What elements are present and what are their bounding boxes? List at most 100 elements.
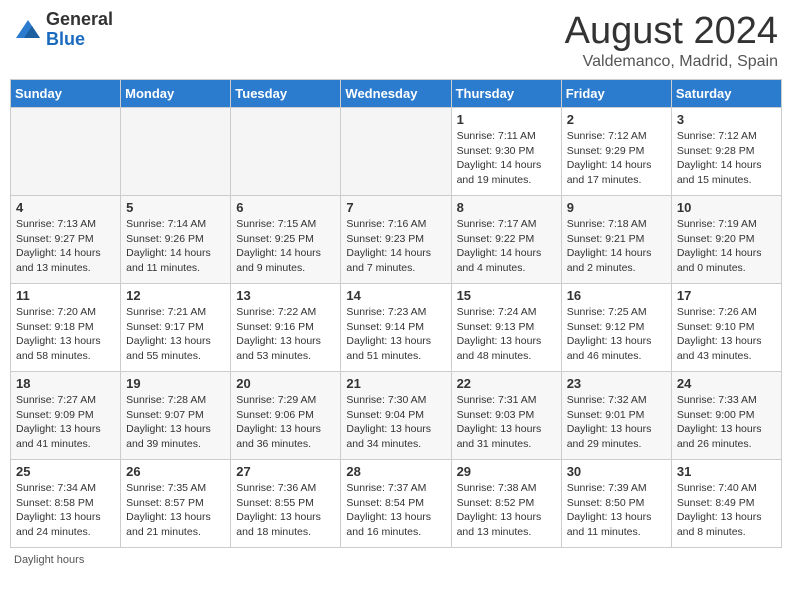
day-info: Sunrise: 7:35 AM Sunset: 8:57 PM Dayligh…: [126, 481, 225, 540]
day-info: Sunrise: 7:19 AM Sunset: 9:20 PM Dayligh…: [677, 217, 776, 276]
calendar-cell: 21 Sunrise: 7:30 AM Sunset: 9:04 PM Dayli…: [341, 372, 451, 460]
calendar-cell: 15 Sunrise: 7:24 AM Sunset: 9:13 PM Dayli…: [451, 284, 561, 372]
calendar-cell: 20 Sunrise: 7:29 AM Sunset: 9:06 PM Dayli…: [231, 372, 341, 460]
calendar-cell: 25 Sunrise: 7:34 AM Sunset: 8:58 PM Dayli…: [11, 460, 121, 548]
day-number: 1: [457, 112, 556, 127]
day-number: 27: [236, 464, 335, 479]
day-info: Sunrise: 7:30 AM Sunset: 9:04 PM Dayligh…: [346, 393, 445, 452]
calendar-cell: 26 Sunrise: 7:35 AM Sunset: 8:57 PM Dayli…: [121, 460, 231, 548]
calendar-cell: 3 Sunrise: 7:12 AM Sunset: 9:28 PM Daylig…: [671, 108, 781, 196]
logo: General Blue: [14, 10, 113, 50]
day-header-sunday: Sunday: [11, 80, 121, 108]
calendar-cell: [231, 108, 341, 196]
day-info: Sunrise: 7:22 AM Sunset: 9:16 PM Dayligh…: [236, 305, 335, 364]
week-row-1: 1 Sunrise: 7:11 AM Sunset: 9:30 PM Daylig…: [11, 108, 782, 196]
logo-icon: [14, 16, 42, 44]
day-number: 24: [677, 376, 776, 391]
day-header-saturday: Saturday: [671, 80, 781, 108]
day-number: 10: [677, 200, 776, 215]
calendar-cell: 10 Sunrise: 7:19 AM Sunset: 9:20 PM Dayli…: [671, 196, 781, 284]
calendar-cell: 16 Sunrise: 7:25 AM Sunset: 9:12 PM Dayli…: [561, 284, 671, 372]
day-info: Sunrise: 7:36 AM Sunset: 8:55 PM Dayligh…: [236, 481, 335, 540]
day-number: 9: [567, 200, 666, 215]
day-number: 21: [346, 376, 445, 391]
day-info: Sunrise: 7:15 AM Sunset: 9:25 PM Dayligh…: [236, 217, 335, 276]
calendar-cell: 18Sunrise: 7:27 AM Sunset: 9:09 PM Dayli…: [11, 372, 121, 460]
daylight-label: Daylight hours: [14, 554, 84, 566]
day-number: 2: [567, 112, 666, 127]
day-info: Sunrise: 7:17 AM Sunset: 9:22 PM Dayligh…: [457, 217, 556, 276]
calendar-table: SundayMondayTuesdayWednesdayThursdayFrid…: [10, 79, 782, 548]
day-info: Sunrise: 7:25 AM Sunset: 9:12 PM Dayligh…: [567, 305, 666, 364]
calendar-cell: 12Sunrise: 7:21 AM Sunset: 9:17 PM Dayli…: [121, 284, 231, 372]
day-header-monday: Monday: [121, 80, 231, 108]
day-info: Sunrise: 7:27 AM Sunset: 9:09 PM Dayligh…: [16, 393, 115, 452]
calendar-cell: 30Sunrise: 7:39 AM Sunset: 8:50 PM Dayli…: [561, 460, 671, 548]
day-number: 28: [346, 464, 445, 479]
logo-blue-text: Blue: [46, 30, 113, 50]
calendar-cell: 19 Sunrise: 7:28 AM Sunset: 9:07 PM Dayli…: [121, 372, 231, 460]
day-number: 8: [457, 200, 556, 215]
calendar-cell: 22 Sunrise: 7:31 AM Sunset: 9:03 PM Dayli…: [451, 372, 561, 460]
day-number: 31: [677, 464, 776, 479]
calendar-cell: 28 Sunrise: 7:37 AM Sunset: 8:54 PM Dayli…: [341, 460, 451, 548]
day-number: 23: [567, 376, 666, 391]
calendar-cell: 9 Sunrise: 7:18 AM Sunset: 9:21 PM Daylig…: [561, 196, 671, 284]
calendar-cell: 4Sunrise: 7:13 AM Sunset: 9:27 PM Daylig…: [11, 196, 121, 284]
day-info: Sunrise: 7:40 AM Sunset: 8:49 PM Dayligh…: [677, 481, 776, 540]
calendar-cell: 17Sunrise: 7:26 AM Sunset: 9:10 PM Dayli…: [671, 284, 781, 372]
day-number: 15: [457, 288, 556, 303]
day-number: 26: [126, 464, 225, 479]
day-info: Sunrise: 7:12 AM Sunset: 9:29 PM Dayligh…: [567, 129, 666, 188]
day-info: Sunrise: 7:37 AM Sunset: 8:54 PM Dayligh…: [346, 481, 445, 540]
day-number: 17: [677, 288, 776, 303]
page-header: General Blue August 2024 Valdemanco, Mad…: [10, 10, 782, 71]
calendar-cell: 2 Sunrise: 7:12 AM Sunset: 9:29 PM Daylig…: [561, 108, 671, 196]
day-number: 16: [567, 288, 666, 303]
logo-general-text: General: [46, 10, 113, 30]
calendar-cell: 27 Sunrise: 7:36 AM Sunset: 8:55 PM Dayli…: [231, 460, 341, 548]
calendar-cell: 11Sunrise: 7:20 AM Sunset: 9:18 PM Dayli…: [11, 284, 121, 372]
day-info: Sunrise: 7:12 AM Sunset: 9:28 PM Dayligh…: [677, 129, 776, 188]
week-row-3: 11Sunrise: 7:20 AM Sunset: 9:18 PM Dayli…: [11, 284, 782, 372]
week-row-2: 4Sunrise: 7:13 AM Sunset: 9:27 PM Daylig…: [11, 196, 782, 284]
day-info: Sunrise: 7:32 AM Sunset: 9:01 PM Dayligh…: [567, 393, 666, 452]
calendar-cell: [121, 108, 231, 196]
day-info: Sunrise: 7:23 AM Sunset: 9:14 PM Dayligh…: [346, 305, 445, 364]
calendar-cell: 5 Sunrise: 7:14 AM Sunset: 9:26 PM Daylig…: [121, 196, 231, 284]
day-info: Sunrise: 7:38 AM Sunset: 8:52 PM Dayligh…: [457, 481, 556, 540]
title-block: August 2024 Valdemanco, Madrid, Spain: [565, 10, 778, 71]
calendar-cell: 7Sunrise: 7:16 AM Sunset: 9:23 PM Daylig…: [341, 196, 451, 284]
day-number: 4: [16, 200, 115, 215]
day-info: Sunrise: 7:29 AM Sunset: 9:06 PM Dayligh…: [236, 393, 335, 452]
day-header-friday: Friday: [561, 80, 671, 108]
day-info: Sunrise: 7:31 AM Sunset: 9:03 PM Dayligh…: [457, 393, 556, 452]
day-number: 6: [236, 200, 335, 215]
calendar-cell: 14Sunrise: 7:23 AM Sunset: 9:14 PM Dayli…: [341, 284, 451, 372]
day-number: 22: [457, 376, 556, 391]
day-info: Sunrise: 7:16 AM Sunset: 9:23 PM Dayligh…: [346, 217, 445, 276]
day-header-tuesday: Tuesday: [231, 80, 341, 108]
day-info: Sunrise: 7:34 AM Sunset: 8:58 PM Dayligh…: [16, 481, 115, 540]
footer-note: Daylight hours: [10, 554, 782, 566]
calendar-cell: [11, 108, 121, 196]
day-header-wednesday: Wednesday: [341, 80, 451, 108]
day-info: Sunrise: 7:28 AM Sunset: 9:07 PM Dayligh…: [126, 393, 225, 452]
day-info: Sunrise: 7:14 AM Sunset: 9:26 PM Dayligh…: [126, 217, 225, 276]
day-number: 5: [126, 200, 225, 215]
header-row: SundayMondayTuesdayWednesdayThursdayFrid…: [11, 80, 782, 108]
day-number: 12: [126, 288, 225, 303]
day-number: 25: [16, 464, 115, 479]
day-info: Sunrise: 7:24 AM Sunset: 9:13 PM Dayligh…: [457, 305, 556, 364]
day-info: Sunrise: 7:18 AM Sunset: 9:21 PM Dayligh…: [567, 217, 666, 276]
location-text: Valdemanco, Madrid, Spain: [565, 53, 778, 71]
calendar-cell: 31 Sunrise: 7:40 AM Sunset: 8:49 PM Dayli…: [671, 460, 781, 548]
day-number: 20: [236, 376, 335, 391]
calendar-cell: 24Sunrise: 7:33 AM Sunset: 9:00 PM Dayli…: [671, 372, 781, 460]
day-number: 3: [677, 112, 776, 127]
day-number: 19: [126, 376, 225, 391]
day-number: 11: [16, 288, 115, 303]
calendar-cell: 29Sunrise: 7:38 AM Sunset: 8:52 PM Dayli…: [451, 460, 561, 548]
day-info: Sunrise: 7:11 AM Sunset: 9:30 PM Dayligh…: [457, 129, 556, 188]
calendar-cell: [341, 108, 451, 196]
